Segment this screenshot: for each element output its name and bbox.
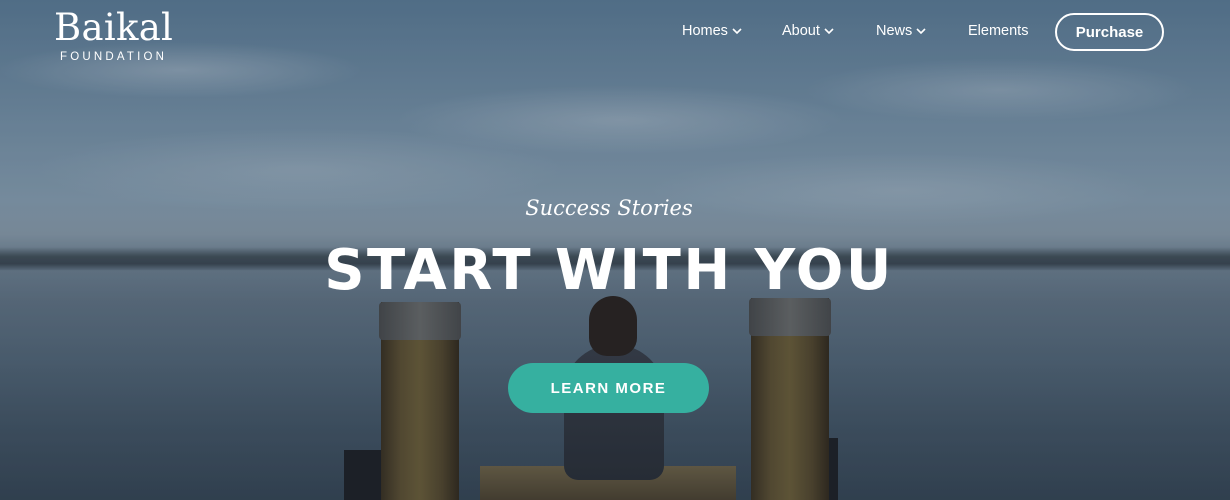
nav-item-label: Homes [682, 23, 728, 39]
nav-item-elements[interactable]: Elements [968, 21, 1028, 41]
learn-more-button[interactable]: LEARN MORE [508, 363, 709, 413]
hero-subtitle: Success Stories [525, 196, 693, 220]
chevron-down-icon [824, 28, 834, 35]
logo-tagline: FOUNDATION [60, 51, 168, 63]
chevron-down-icon [732, 28, 742, 35]
nav-item-label: About [782, 23, 820, 39]
site-logo[interactable]: Baikal FOUNDATION [54, 6, 174, 64]
logo-wordmark: Baikal [54, 6, 174, 49]
chevron-down-icon [916, 28, 926, 35]
nav-item-news[interactable]: News [876, 21, 927, 41]
nav-item-about[interactable]: About [782, 21, 835, 41]
nav-item-homes[interactable]: Homes [682, 21, 743, 41]
purchase-button[interactable]: Purchase [1055, 13, 1164, 51]
nav-item-label: Elements [968, 23, 1029, 39]
hero-headline: START WITH YOU [324, 238, 894, 303]
nav-item-label: News [876, 23, 913, 39]
